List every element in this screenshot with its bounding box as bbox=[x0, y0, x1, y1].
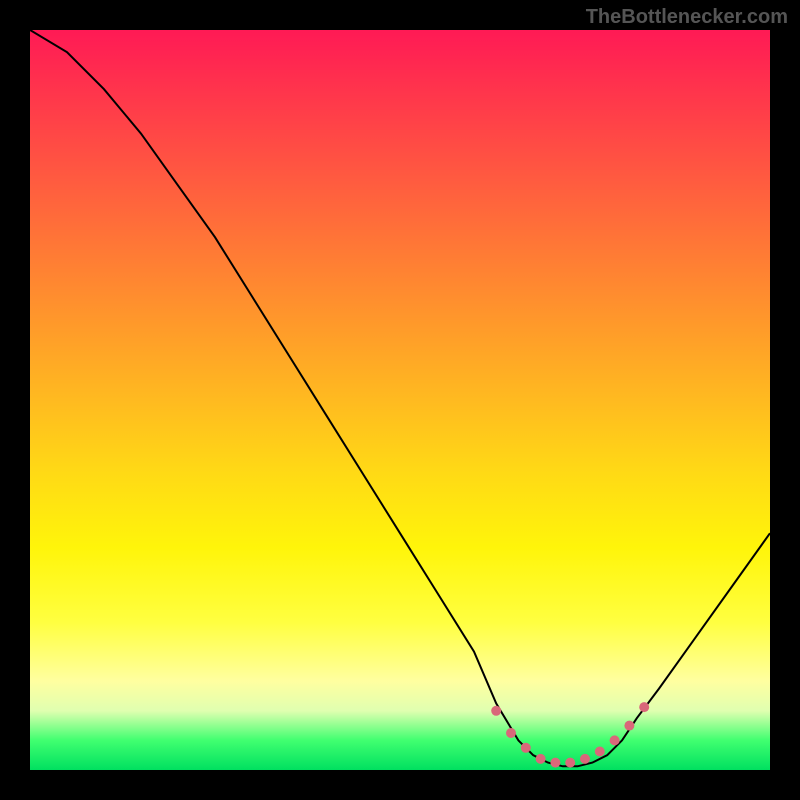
optimal-marker-dot bbox=[491, 706, 501, 716]
optimal-marker-dot bbox=[595, 747, 605, 757]
chart-svg bbox=[30, 30, 770, 770]
optimal-marker-dot bbox=[565, 758, 575, 768]
optimal-marker-dot bbox=[536, 754, 546, 764]
optimal-marker-dot bbox=[521, 743, 531, 753]
optimal-marker-dot bbox=[610, 735, 620, 745]
bottleneck-curve-line bbox=[30, 30, 770, 766]
optimal-marker-dot bbox=[624, 721, 634, 731]
optimal-marker-dot bbox=[550, 758, 560, 768]
optimal-marker-dot bbox=[506, 728, 516, 738]
optimal-marker-dot bbox=[580, 754, 590, 764]
watermark-text: TheBottlenecker.com bbox=[586, 6, 788, 29]
chart-plot-area bbox=[30, 30, 770, 770]
optimal-marker-dot bbox=[639, 702, 649, 712]
